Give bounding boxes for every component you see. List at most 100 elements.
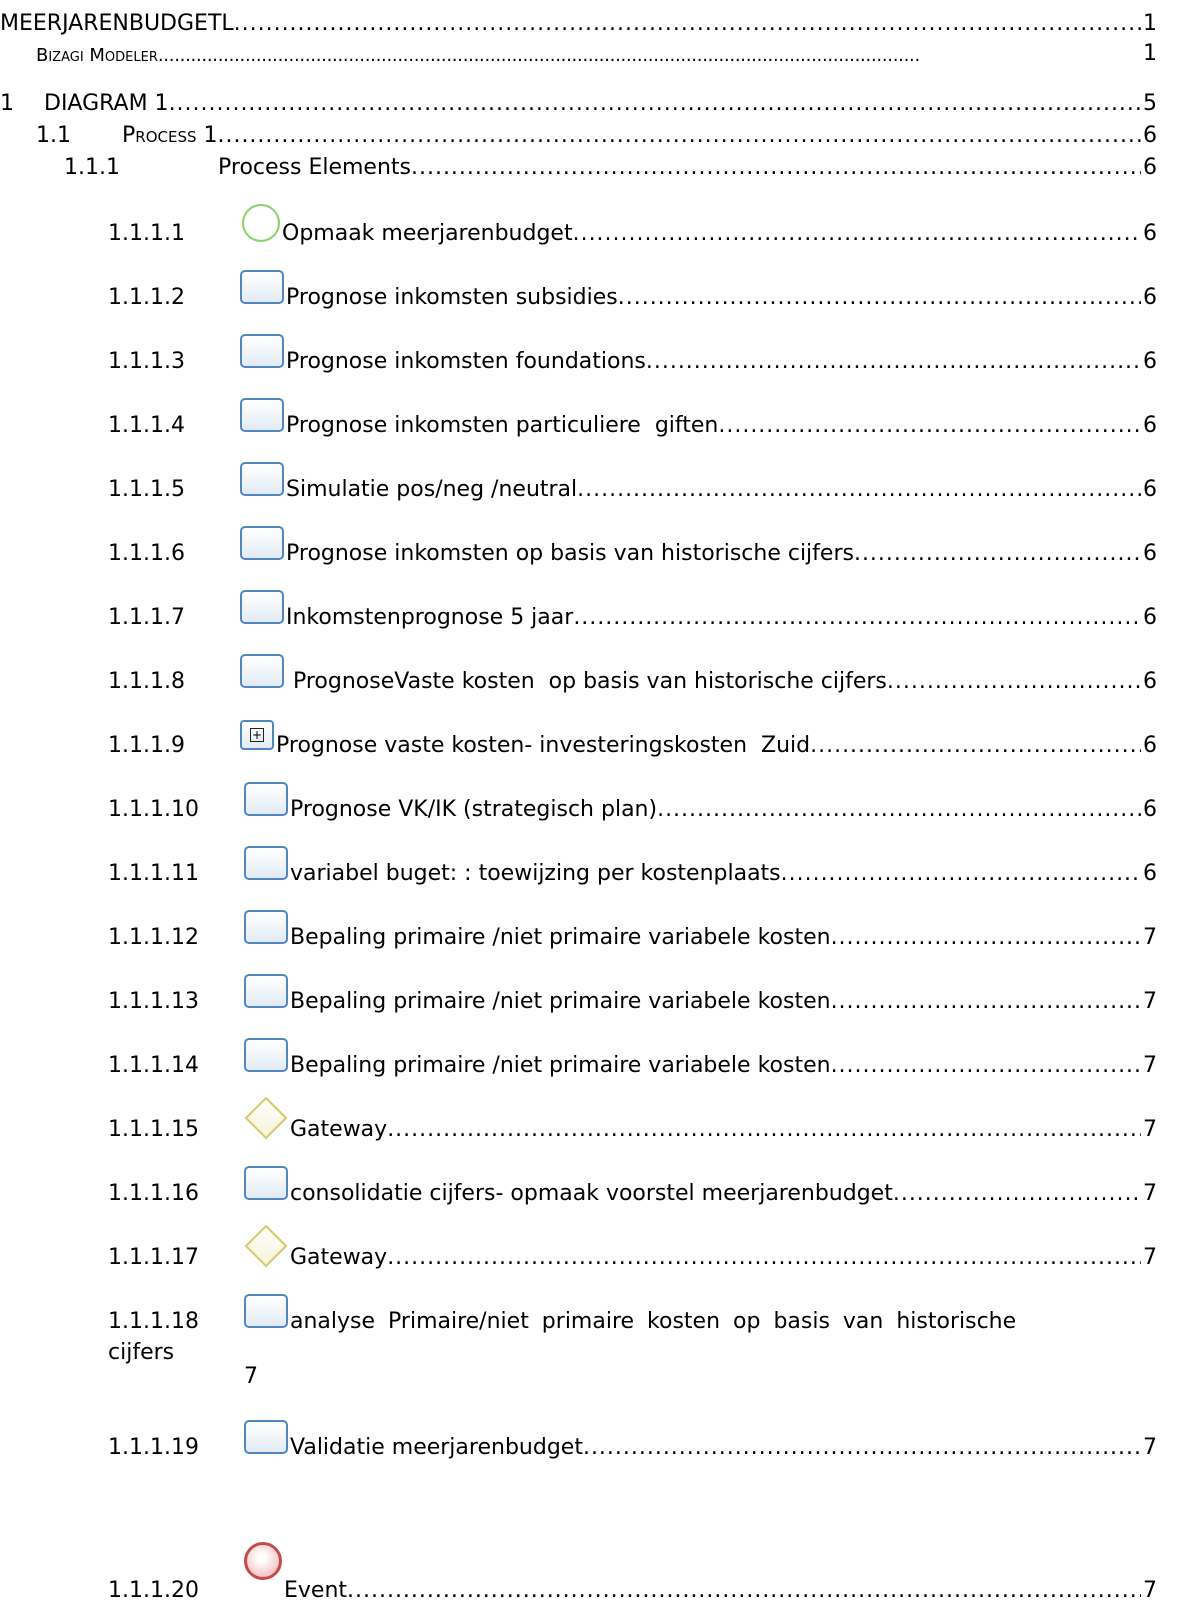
toc-entry-element[interactable]: 1.1.1.2 Prognose inkomsten subsidies 6: [0, 254, 1157, 316]
toc-entry-element[interactable]: 1.1.1.14 Bepaling primaire /niet primair…: [0, 1022, 1157, 1084]
toc-page: 7: [1143, 1117, 1157, 1142]
toc-leader: [411, 155, 1141, 180]
toc-page: 7: [1143, 1245, 1157, 1270]
toc-page: 6: [1143, 733, 1157, 758]
toc-entry-element[interactable]: 1.1.1.3 Prognose inkomsten foundations 6: [0, 318, 1157, 380]
toc-number: 1.1.1.13: [108, 989, 199, 1014]
toc-entry-element[interactable]: 1.1.1.20 Event 7: [0, 1534, 1157, 1604]
toc-title-continuation: cijfers: [108, 1340, 268, 1365]
toc-page: 6: [1143, 155, 1157, 180]
toc-title: Simulatie pos/neg /neutral: [286, 477, 578, 502]
task-icon: [244, 1166, 288, 1200]
toc-title: PrognoseVaste kosten op basis van histor…: [286, 669, 887, 694]
toc-title: Bepaling primaire /niet primaire variabe…: [290, 989, 831, 1014]
toc-leader: [646, 349, 1141, 374]
toc-leader: [573, 605, 1141, 630]
task-icon: [240, 590, 284, 624]
toc-entry-elements[interactable]: 1.1.1 Process Elements 6: [0, 150, 1157, 180]
toc-entry-element[interactable]: 1.1.1.5 Simulatie pos/neg /neutral 6: [0, 446, 1157, 508]
toc-entry-element[interactable]: 1.1.1.11 variabel buget: : toewijzing pe…: [0, 830, 1157, 892]
toc-title: Prognose inkomsten op basis van historis…: [286, 541, 854, 566]
toc-page: 5: [1143, 91, 1157, 116]
toc-leader: [718, 413, 1141, 438]
toc-page: 6: [1143, 605, 1157, 630]
toc-page: 6: [1143, 413, 1157, 438]
toc-entry-element[interactable]: 1.1.1.7 Inkomstenprognose 5 jaar 6: [0, 574, 1157, 636]
toc-page: 6: [1143, 669, 1157, 694]
toc-entry-element[interactable]: 1.1.1.10 Prognose VK/IK (strategisch pla…: [0, 766, 1157, 828]
toc-page: 7: [1143, 1435, 1157, 1460]
toc-page: 1: [1143, 41, 1157, 66]
toc-number: 1.1: [36, 123, 71, 148]
start-event-icon: [242, 204, 280, 242]
toc-entry-element[interactable]: 1.1.1.17 Gateway 7: [0, 1214, 1157, 1276]
toc-leader: [831, 989, 1141, 1014]
toc-leader: [831, 1053, 1141, 1078]
toc-number: 1.1.1.16: [108, 1181, 199, 1206]
toc-page: 7: [1143, 1053, 1157, 1078]
toc-title: Gateway: [290, 1117, 388, 1142]
toc-leader: [573, 221, 1141, 246]
toc-number: 1.1.1.12: [108, 925, 199, 950]
toc-entry-element[interactable]: 1.1.1.1 Opmaak meerjarenbudget 6: [0, 190, 1157, 252]
toc-title: MEERJARENBUDGETL: [0, 11, 234, 36]
toc-title: Validatie meerjarenbudget: [290, 1435, 583, 1460]
toc-entry-element[interactable]: 1.1.1.8 PrognoseVaste kosten op basis va…: [0, 638, 1157, 700]
toc-entry-title[interactable]: MEERJARENBUDGETL 1: [0, 6, 1157, 36]
toc-leader: [347, 1578, 1141, 1603]
toc-page: 6: [1143, 349, 1157, 374]
toc-title: DIAGRAM 1: [44, 91, 169, 116]
toc-page-wrapped: 7: [244, 1364, 258, 1389]
toc-number: 1.1.1.7: [108, 605, 185, 630]
toc-number: 1.1.1.14: [108, 1053, 199, 1078]
toc-entry-element[interactable]: 1.1.1.13 Bepaling primaire /niet primair…: [0, 958, 1157, 1020]
toc-page: 6: [1143, 221, 1157, 246]
toc-page: 1: [1143, 11, 1157, 36]
toc-title: Event: [284, 1578, 348, 1603]
toc-page: 6: [1143, 123, 1157, 148]
toc-title: Process 1: [122, 123, 218, 148]
toc-number: 1.1.1.9: [108, 733, 185, 758]
toc-leader: [387, 1117, 1141, 1142]
toc-page: 7: [244, 1364, 258, 1389]
toc-page: 6: [1143, 861, 1157, 886]
toc-title: Gateway: [290, 1245, 388, 1270]
toc-leader: [618, 285, 1141, 310]
toc-page: 6: [1143, 477, 1157, 502]
toc-title: Prognose inkomsten particuliere giften: [286, 413, 719, 438]
toc-title: Prognose VK/IK (strategisch plan): [290, 797, 658, 822]
toc-number: 1.1.1.2: [108, 285, 185, 310]
toc-page: 6: [1143, 797, 1157, 822]
toc-number: 1.1.1.15: [108, 1117, 199, 1142]
toc-leader: [387, 1245, 1141, 1270]
task-icon: [244, 1420, 288, 1454]
toc-entry-subtitle[interactable]: Bizagi Modeler 1: [0, 38, 1157, 66]
toc-title: consolidatie cijfers- opmaak voorstel me…: [290, 1181, 893, 1206]
toc-number: 1.1.1: [64, 155, 120, 180]
toc-leader: [893, 1181, 1141, 1206]
toc-entry-element[interactable]: 1.1.1.4 Prognose inkomsten particuliere …: [0, 382, 1157, 444]
toc-entry-element[interactable]: 1.1.1.18 analyse Primaire/niet primaire …: [0, 1278, 1157, 1340]
task-icon: [244, 782, 288, 816]
toc-entry-element[interactable]: 1.1.1.16 consolidatie cijfers- opmaak vo…: [0, 1150, 1157, 1212]
toc-leader: [781, 861, 1141, 886]
toc-entry-element[interactable]: 1.1.1.6 Prognose inkomsten op basis van …: [0, 510, 1157, 572]
task-icon: [240, 334, 284, 368]
toc-entry-element[interactable]: 1.1.1.12 Bepaling primaire /niet primair…: [0, 894, 1157, 956]
toc-title: Bizagi Modeler: [36, 45, 158, 66]
toc-entry-process[interactable]: 1.1 Process 1 6: [0, 118, 1157, 148]
toc-number: 1.1.1.5: [108, 477, 185, 502]
toc-entry-element[interactable]: 1.1.1.9 + Prognose vaste kosten- investe…: [0, 702, 1157, 764]
toc-entry-element[interactable]: 1.1.1.15 Gateway 7: [0, 1086, 1157, 1148]
toc-entry-element[interactable]: 1.1.1.19 Validatie meerjarenbudget 7: [0, 1404, 1157, 1466]
task-icon: [244, 846, 288, 880]
toc-leader: [577, 477, 1141, 502]
toc-number: 1.1.1.20: [108, 1578, 199, 1603]
toc-title: Bepaling primaire /niet primaire variabe…: [290, 1053, 831, 1078]
toc-title: Prognose inkomsten foundations: [286, 349, 646, 374]
task-icon: [244, 1294, 288, 1328]
toc-entry-diagram[interactable]: 1 DIAGRAM 1 5: [0, 86, 1157, 116]
toc-title: analyse Primaire/niet primaire kosten op…: [290, 1309, 1017, 1334]
toc-leader: [831, 925, 1141, 950]
toc-leader: [657, 797, 1141, 822]
